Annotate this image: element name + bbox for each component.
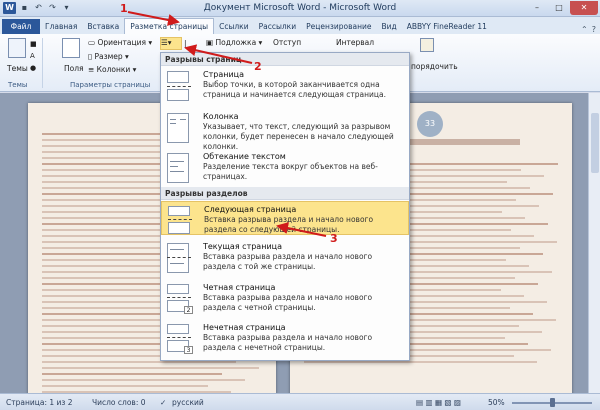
break-page-desc: Выбор точки, в которой заканчивается одн… <box>203 80 387 99</box>
odd-page-icon: 3 <box>167 324 193 356</box>
tab-file[interactable]: Файл <box>2 19 40 34</box>
page-number: 33 <box>417 111 443 137</box>
themes-button[interactable]: Темы <box>7 64 28 73</box>
title-bar: W ▪ ↶ ↷ ▾ Документ Microsoft Word - Micr… <box>0 0 600 17</box>
word-count[interactable]: Число слов: 0 <box>92 398 146 407</box>
next-page-icon <box>168 206 194 238</box>
minimize-button[interactable]: – <box>526 1 548 15</box>
themes-group-label: Темы <box>8 81 28 89</box>
columns-button[interactable]: ≡ Колонки ▾ <box>88 65 136 74</box>
effects-icon[interactable]: ● <box>30 64 36 72</box>
breaks-dropdown: Разрывы страниц Страница Выбор точки, в … <box>160 52 410 361</box>
tab-abbyy[interactable]: ABBYY FineReader 11 <box>402 19 492 34</box>
scanned-text-line <box>42 379 245 381</box>
columns-label: Колонки <box>96 65 131 74</box>
indent-label: Отступ <box>273 38 302 47</box>
fonts-icon[interactable]: A <box>30 52 35 60</box>
section-breaks-header: Разрывы разделов <box>161 187 409 200</box>
collapse-ribbon-icon[interactable]: ⌃ <box>581 25 588 34</box>
maximize-button[interactable]: □ <box>548 1 570 15</box>
zoom-level[interactable]: 50% <box>488 398 505 407</box>
page-break-icon <box>167 71 193 103</box>
break-next-page-item[interactable]: Следующая страница Вставка разрыва разде… <box>161 201 409 235</box>
break-even-page-title: Четная страница <box>203 283 276 292</box>
proofing-icon[interactable]: ✓ <box>160 398 166 407</box>
page-breaks-header: Разрывы страниц <box>161 53 409 66</box>
margins-icon[interactable] <box>62 38 80 58</box>
page-setup-group-label: Параметры страницы <box>70 81 151 89</box>
tab-page-layout[interactable]: Разметка страницы <box>124 18 215 34</box>
break-next-page-title: Следующая страница <box>204 205 297 214</box>
tab-bar-icons: ⌃ ? <box>581 25 600 34</box>
break-odd-page-desc: Вставка разрыва раздела и начало нового … <box>203 333 373 352</box>
orientation-button[interactable]: ▭ Ориентация ▾ <box>88 38 152 47</box>
scanned-text-line <box>42 385 208 387</box>
margins-button[interactable]: Поля <box>64 64 84 73</box>
breaks-button[interactable]: ☰▾ <box>160 37 182 50</box>
tab-view[interactable]: Вид <box>376 19 401 34</box>
arrange-button[interactable]: порядочить <box>411 62 458 71</box>
tab-insert[interactable]: Вставка <box>82 19 124 34</box>
breaks-icon: ☰▾ <box>161 38 172 47</box>
annotation-2: 2 <box>254 60 262 73</box>
break-column-title: Колонка <box>203 112 239 121</box>
break-even-page-desc: Вставка разрыва раздела и начало нового … <box>203 293 373 312</box>
vertical-scrollbar[interactable] <box>588 93 600 393</box>
ribbon-tabs: Файл Главная Вставка Разметка страницы С… <box>0 17 600 34</box>
spacing-label: Интервал <box>336 38 375 47</box>
continuous-icon <box>167 243 193 275</box>
background-button[interactable]: ▣ Подложка ▾ <box>206 38 262 47</box>
page-count[interactable]: Страница: 1 из 2 <box>6 398 73 407</box>
break-column-desc: Указывает, что текст, следующий за разры… <box>203 122 394 151</box>
tab-references[interactable]: Ссылки <box>214 19 253 34</box>
window-controls: – □ ✕ <box>526 1 598 15</box>
break-continuous-desc: Вставка разрыва раздела и начало нового … <box>203 252 373 271</box>
view-buttons[interactable]: ▤ ▥ ▦ ▧ ▨ <box>416 398 461 407</box>
orientation-label: Ориентация <box>97 38 146 47</box>
status-bar: Страница: 1 из 2 Число слов: 0 ✓ русский… <box>0 393 600 410</box>
break-text-wrapping-title: Обтекание текстом <box>203 152 286 161</box>
scanned-text-line <box>42 373 222 375</box>
language[interactable]: русский <box>172 398 204 407</box>
even-page-icon: 2 <box>167 284 193 316</box>
break-odd-page-item[interactable]: 3 Нечетная страница Вставка разрыва разд… <box>161 320 409 360</box>
break-odd-page-title: Нечетная страница <box>203 323 286 332</box>
line-numbers-icon[interactable]: | <box>184 39 187 48</box>
arrange-icon[interactable] <box>420 38 434 52</box>
size-label: Размер <box>94 52 123 61</box>
colors-icon[interactable]: ■ <box>30 40 37 48</box>
break-page-title: Страница <box>203 70 245 79</box>
size-button[interactable]: ▯ Размер ▾ <box>88 52 129 61</box>
group-separator <box>42 38 43 88</box>
text-wrapping-icon <box>167 153 193 185</box>
scanned-text-line <box>42 361 236 363</box>
break-text-wrapping-desc: Разделение текста вокруг объектов на веб… <box>203 162 378 181</box>
columns-icon: ≡ <box>88 65 97 74</box>
break-even-page-item[interactable]: 2 Четная страница Вставка разрыва раздел… <box>161 280 409 320</box>
window-title: Документ Microsoft Word - Microsoft Word <box>203 3 397 13</box>
break-text-wrapping-item[interactable]: Обтекание текстом Разделение текста вокр… <box>161 149 409 187</box>
odd-page-badge: 3 <box>184 346 193 354</box>
scanned-text-line <box>42 367 259 369</box>
break-continuous-title: Текущая страница <box>203 242 282 251</box>
scrollbar-thumb[interactable] <box>591 113 599 173</box>
break-continuous-item[interactable]: Текущая страница Вставка разрыва раздела… <box>161 239 409 279</box>
close-button[interactable]: ✕ <box>570 1 598 15</box>
annotation-1: 1 <box>120 2 128 15</box>
break-next-page-desc: Вставка разрыва раздела и начало нового … <box>204 215 374 234</box>
background-label: Подложка <box>215 38 257 47</box>
annotation-3: 3 <box>330 232 338 245</box>
tab-home[interactable]: Главная <box>40 19 82 34</box>
tab-mailings[interactable]: Рассылки <box>254 19 302 34</box>
even-page-badge: 2 <box>184 306 193 314</box>
zoom-slider-knob[interactable] <box>550 398 555 407</box>
break-column-item[interactable]: Колонка Указывает, что текст, следующий … <box>161 109 409 151</box>
break-page-item[interactable]: Страница Выбор точки, в которой заканчив… <box>161 67 409 109</box>
tab-review[interactable]: Рецензирование <box>301 19 376 34</box>
help-icon[interactable]: ? <box>592 25 596 34</box>
column-break-icon <box>167 113 193 145</box>
themes-icon[interactable] <box>8 38 26 58</box>
scanned-text-line <box>304 361 537 363</box>
